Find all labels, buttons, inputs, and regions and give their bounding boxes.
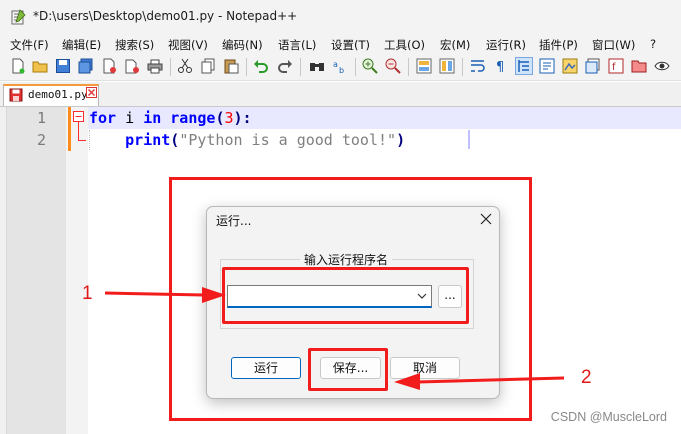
menu-window[interactable]: 窗口(W) <box>592 37 635 53</box>
close-icon[interactable] <box>480 213 492 225</box>
change-history-marker <box>68 107 71 151</box>
tab-bar <box>0 82 681 107</box>
menu-language[interactable]: 语言(L) <box>278 37 316 53</box>
code-line-2[interactable]: print("Python is a good tool!") <box>89 131 405 149</box>
menu-run[interactable]: 运行(R) <box>486 37 526 53</box>
number-literal: 3 <box>224 109 234 127</box>
menu-tools[interactable]: 工具(O) <box>384 37 425 53</box>
cut-icon[interactable] <box>177 58 193 74</box>
colon: : <box>242 109 252 127</box>
show-all-chars-icon[interactable]: ¶ <box>493 58 509 74</box>
annotation-box-input <box>222 267 469 324</box>
fold-margin <box>66 107 88 434</box>
paren: ( <box>170 131 180 149</box>
unsaved-file-icon <box>9 88 23 102</box>
svg-text:b: b <box>339 66 344 74</box>
toolbar-separator <box>462 58 463 76</box>
keyword: for <box>89 109 117 127</box>
fold-line <box>78 122 79 140</box>
menu-help[interactable]: ? <box>650 37 656 51</box>
watermark: CSDN @MuscleLord <box>550 410 667 424</box>
paste-icon[interactable] <box>223 58 239 74</box>
menu-file[interactable]: 文件(F) <box>10 37 49 53</box>
brace-highlight <box>468 130 470 149</box>
fold-end <box>78 140 86 141</box>
side-panel-strip <box>0 107 7 434</box>
new-file-icon[interactable] <box>10 58 26 74</box>
sync-vertical-icon[interactable] <box>416 58 432 74</box>
open-file-icon[interactable] <box>32 58 48 74</box>
line-number: 1 <box>36 109 46 127</box>
save-icon[interactable] <box>55 58 71 74</box>
close-all-icon[interactable] <box>124 58 140 74</box>
keyword: in <box>143 109 162 127</box>
annotation-arrow-2 <box>394 373 565 390</box>
code-line-1[interactable]: for i in range(3): <box>89 109 252 127</box>
menu-plugins[interactable]: 插件(P) <box>539 37 578 53</box>
tab-label: demo01.py <box>28 88 88 101</box>
notepad-plus-plus-icon <box>11 9 26 25</box>
annotation-box-save <box>308 348 388 391</box>
paren: ) <box>396 131 406 149</box>
window-title: *D:\users\Desktop\demo01.py - Notepad++ <box>33 9 298 23</box>
document-map-icon[interactable] <box>562 58 578 74</box>
zoom-in-icon[interactable] <box>362 58 378 74</box>
string-literal: "Python is a good tool!" <box>179 131 397 149</box>
annotation-arrow-1 <box>104 287 226 303</box>
user-defined-language-icon[interactable] <box>539 58 555 74</box>
indent-guide-icon[interactable] <box>515 57 533 75</box>
redo-icon[interactable] <box>277 58 293 74</box>
zoom-out-icon[interactable] <box>385 58 401 74</box>
builtin-function: print <box>125 131 171 149</box>
undo-icon[interactable] <box>253 58 269 74</box>
annotation-label-1: 1 <box>82 283 93 304</box>
menu-search[interactable]: 搜索(S) <box>115 37 154 53</box>
identifier: i <box>116 109 144 127</box>
toolbar-separator <box>408 58 409 76</box>
fold-minus-icon[interactable] <box>73 111 84 122</box>
close-file-icon[interactable] <box>101 58 117 74</box>
annotation-label-2: 2 <box>581 367 592 388</box>
run-button[interactable]: 运行 <box>231 357 301 379</box>
menu-encoding[interactable]: 编码(N) <box>222 37 263 53</box>
folder-as-workspace-icon[interactable]: f <box>608 58 624 74</box>
monitoring-icon[interactable] <box>631 58 647 74</box>
paren: ) <box>233 109 243 127</box>
menu-macro[interactable]: 宏(M) <box>440 37 470 53</box>
dialog-title: 运行... <box>216 214 252 228</box>
toolbar-separator <box>300 58 301 76</box>
tab-close-icon[interactable] <box>86 87 97 98</box>
toolbar-separator <box>246 58 247 76</box>
menu-settings[interactable]: 设置(T) <box>331 37 370 53</box>
toolbar-separator <box>355 58 356 76</box>
print-icon[interactable] <box>147 58 163 74</box>
svg-text:a: a <box>333 60 338 69</box>
group-label: 输入运行程序名 <box>300 251 393 268</box>
line-number: 2 <box>36 131 46 149</box>
toolbar-separator <box>170 58 171 76</box>
replace-icon[interactable]: ab <box>332 58 348 74</box>
builtin-function: range <box>170 109 216 127</box>
sync-horizontal-icon[interactable] <box>439 58 455 74</box>
function-list-icon[interactable] <box>585 58 601 74</box>
save-all-icon[interactable] <box>78 58 94 74</box>
menu-view[interactable]: 视图(V) <box>168 37 208 53</box>
svg-text:f: f <box>612 62 616 73</box>
word-wrap-icon[interactable] <box>470 58 486 74</box>
line-number-gutter <box>0 107 66 434</box>
eye-icon[interactable] <box>654 58 670 74</box>
menu-edit[interactable]: 编辑(E) <box>62 37 101 53</box>
svg-text:¶: ¶ <box>496 60 504 74</box>
find-icon[interactable] <box>309 58 325 74</box>
copy-icon[interactable] <box>200 58 216 74</box>
